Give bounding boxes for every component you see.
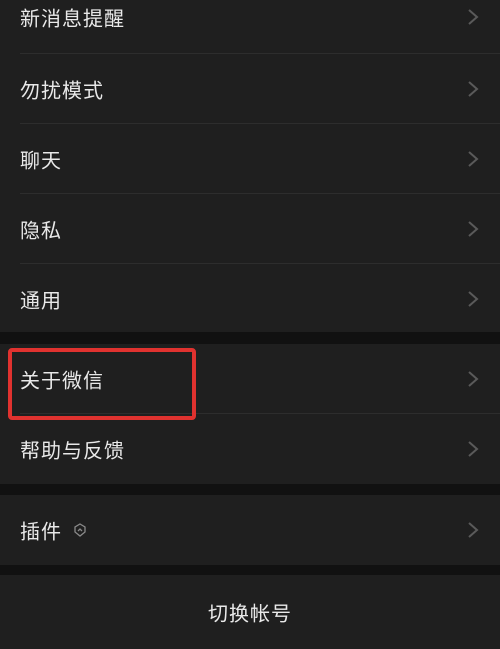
- settings-item-label: 关于微信: [20, 368, 104, 393]
- settings-group-2: 关于微信 帮助与反馈: [0, 344, 500, 484]
- settings-group-3: 插件: [0, 495, 500, 565]
- chevron-right-icon: [468, 81, 479, 97]
- chevron-right-icon: [468, 221, 479, 237]
- settings-item-label: 隐私: [20, 218, 62, 243]
- settings-item-general[interactable]: 通用: [0, 264, 500, 334]
- plugin-badge-icon: [74, 523, 86, 537]
- chevron-right-icon: [468, 151, 479, 167]
- settings-item-help-feedback[interactable]: 帮助与反馈: [0, 414, 500, 484]
- settings-item-plugins[interactable]: 插件: [0, 495, 500, 565]
- settings-screen: 新消息提醒 勿扰模式 聊天 隐私 通用 关于微信 帮助与反馈 插件 切换帐号: [0, 0, 500, 649]
- settings-item-label: 勿扰模式: [20, 78, 104, 103]
- settings-item-label: 新消息提醒: [20, 6, 125, 31]
- settings-item-new-message-notifications[interactable]: 新消息提醒: [0, 0, 500, 52]
- settings-item-chat[interactable]: 聊天: [0, 124, 500, 194]
- settings-group-1: 新消息提醒 勿扰模式 聊天 隐私 通用: [0, 0, 500, 332]
- settings-item-about-wechat[interactable]: 关于微信: [0, 344, 500, 414]
- settings-item-privacy[interactable]: 隐私: [0, 194, 500, 264]
- chevron-right-icon: [468, 9, 479, 25]
- settings-item-label: 帮助与反馈: [20, 438, 125, 463]
- settings-item-label: 插件: [20, 519, 62, 544]
- settings-item-do-not-disturb[interactable]: 勿扰模式: [0, 54, 500, 124]
- chevron-right-icon: [468, 371, 479, 387]
- switch-account-label: 切换帐号: [208, 601, 292, 626]
- chevron-right-icon: [468, 291, 479, 307]
- chevron-right-icon: [468, 522, 479, 538]
- settings-item-label: 通用: [20, 288, 62, 313]
- switch-account-button[interactable]: 切换帐号: [0, 575, 500, 649]
- settings-item-label: 聊天: [20, 148, 62, 173]
- chevron-right-icon: [468, 441, 479, 457]
